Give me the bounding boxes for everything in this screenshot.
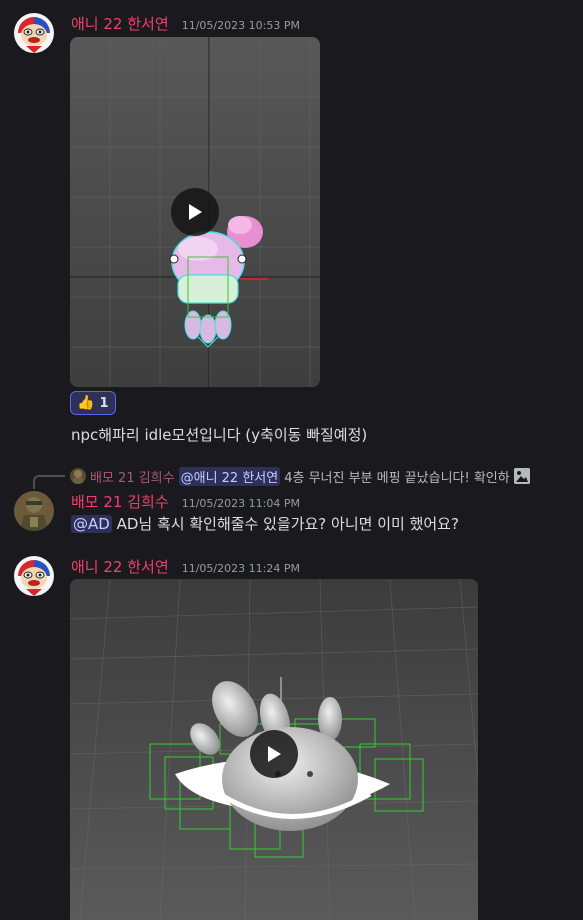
play-icon [189,204,202,220]
reply-connector [33,475,65,489]
reply-text: 4층 무너진 부분 메핑 끝났습니다! 확인하 [284,470,510,486]
chat-message-list: 애니 22 한서연 11/05/2023 10:53 PM 👍 1 npc해파리… [0,0,583,920]
video-attachment[interactable] [70,579,478,920]
author-name[interactable]: 배모 21 김희수 [71,493,169,511]
message-text: npc해파리 idle모션입니다 (y축이동 빠질예정) [71,426,368,444]
reaction-thumbs-up[interactable]: 👍 1 [70,391,117,415]
user-mention[interactable]: @AD [71,515,112,533]
message-header: 애니 22 한서연 11/05/2023 11:24 PM [71,556,300,577]
message-timestamp: 11/05/2023 10:53 PM [181,19,300,32]
reaction-count: 1 [99,395,109,411]
avatar[interactable] [14,556,54,596]
avatar[interactable] [14,13,54,53]
play-button[interactable] [250,730,298,778]
message-header: 애니 22 한서연 11/05/2023 10:53 PM [71,13,300,34]
message-header: 배모 21 김희수 11/05/2023 11:04 PM [71,491,300,512]
message-timestamp: 11/05/2023 11:04 PM [181,497,300,510]
reply-mention[interactable]: @애니 22 한서연 [178,466,281,486]
play-button[interactable] [171,188,219,236]
image-icon [513,468,530,484]
reply-preview[interactable]: 배모 21 김희수 @애니 22 한서연 4층 무너진 부분 메핑 끝났습니다!… [70,466,530,486]
avatar[interactable] [14,491,54,531]
author-name[interactable]: 애니 22 한서연 [71,15,169,33]
message-text: @AD AD님 혹시 확인해줄수 있을가요? 아니면 이미 했어요? [71,513,459,534]
author-name[interactable]: 애니 22 한서연 [71,558,169,576]
reply-author[interactable]: 배모 21 김희수 [90,467,175,486]
play-icon [268,746,281,762]
message-body: AD님 혹시 확인해줄수 있을가요? 아니면 이미 했어요? [116,515,459,533]
video-attachment[interactable] [70,37,320,387]
thumbs-up-icon: 👍 [77,395,95,411]
message-timestamp: 11/05/2023 11:24 PM [181,562,300,575]
reply-avatar [70,468,86,484]
